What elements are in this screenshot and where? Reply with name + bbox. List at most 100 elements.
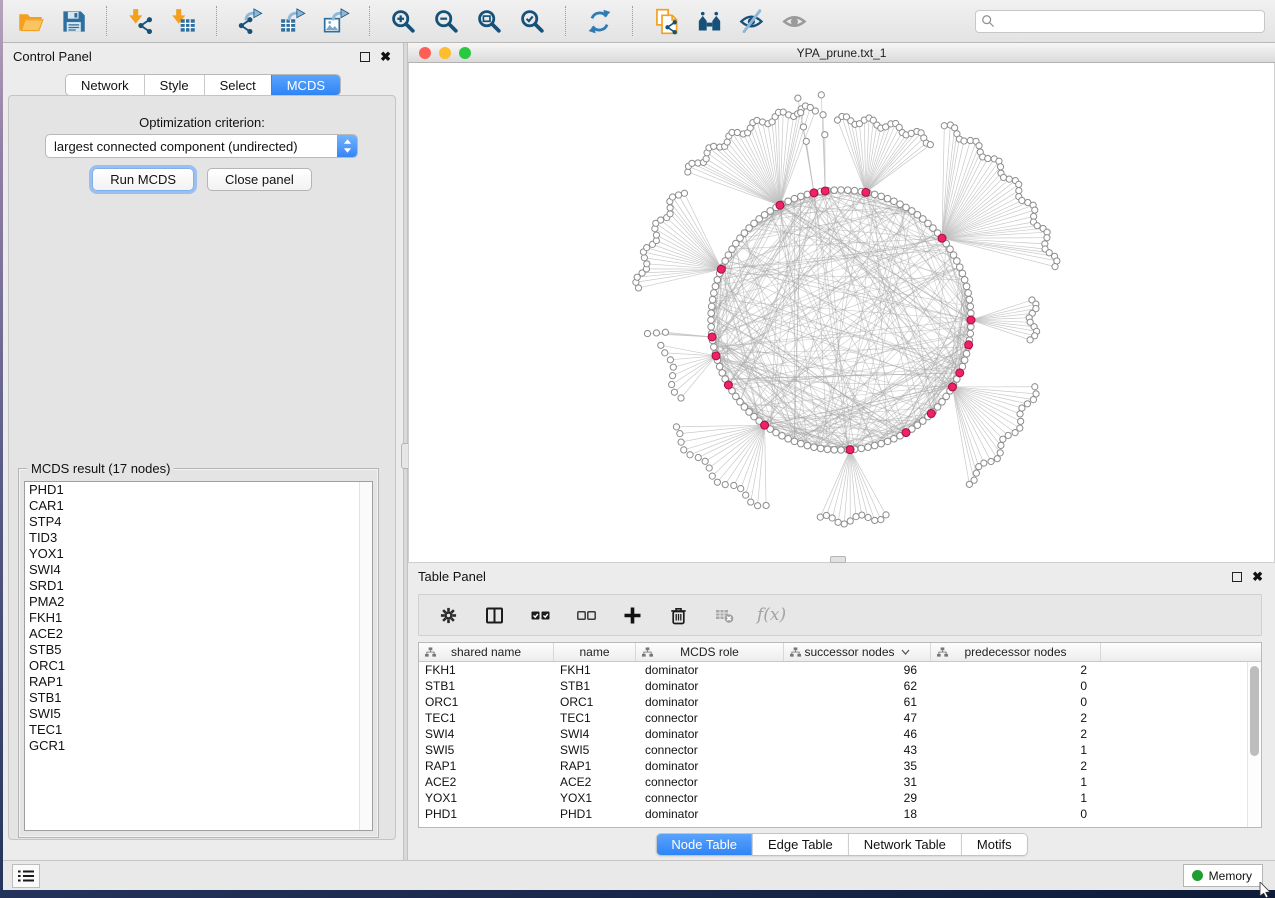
first-neighbors-button[interactable] bbox=[692, 4, 726, 38]
mcds-result-item[interactable]: SRD1 bbox=[25, 578, 372, 594]
mcds-result-item[interactable]: ACE2 bbox=[25, 626, 372, 642]
search-input[interactable] bbox=[975, 10, 1265, 33]
table-scrollbar[interactable] bbox=[1247, 662, 1261, 827]
table-row[interactable]: ACE2ACE2connector311 bbox=[419, 774, 1261, 790]
zoom-out-button[interactable] bbox=[429, 4, 463, 38]
mcds-result-item[interactable]: ORC1 bbox=[25, 658, 372, 674]
network-canvas[interactable] bbox=[408, 63, 1275, 563]
table-row[interactable]: STB1STB1dominator620 bbox=[419, 678, 1261, 694]
column-header-shared-name[interactable]: shared name bbox=[419, 643, 554, 661]
tab-mcds[interactable]: MCDS bbox=[271, 75, 340, 95]
hide-selected-button[interactable] bbox=[735, 4, 769, 38]
mcds-result-item[interactable]: PHD1 bbox=[25, 482, 372, 498]
column-header-MCDS-role[interactable]: MCDS role bbox=[636, 643, 784, 661]
table-row[interactable]: RAP1RAP1dominator352 bbox=[419, 758, 1261, 774]
tab-select[interactable]: Select bbox=[204, 75, 271, 95]
tab-style[interactable]: Style bbox=[144, 75, 204, 95]
open-session-button[interactable] bbox=[13, 4, 47, 38]
mcds-node[interactable] bbox=[776, 201, 784, 209]
mcds-node[interactable] bbox=[717, 265, 725, 273]
mcds-node[interactable] bbox=[862, 188, 870, 196]
mcds-node[interactable] bbox=[965, 341, 973, 349]
column-header-successor-nodes[interactable]: successor nodes bbox=[784, 643, 931, 661]
table-row[interactable]: PHD1PHD1dominator180 bbox=[419, 806, 1261, 822]
mcds-result-item[interactable]: TID3 bbox=[25, 530, 372, 546]
delete-column-button[interactable] bbox=[665, 600, 691, 630]
mcds-node[interactable] bbox=[761, 421, 769, 429]
column-header-predecessor-nodes[interactable]: predecessor nodes bbox=[931, 643, 1101, 661]
table-panel-close-icon[interactable]: ✖ bbox=[1252, 572, 1263, 582]
add-column-button[interactable] bbox=[619, 600, 645, 630]
mcds-node[interactable] bbox=[927, 410, 935, 418]
column-header-name[interactable]: name bbox=[554, 643, 636, 661]
mcds-result-list[interactable]: PHD1CAR1STP4TID3YOX1SWI4SRD1PMA2FKH1ACE2… bbox=[24, 481, 373, 831]
zoom-selected-button[interactable] bbox=[515, 4, 549, 38]
mcds-node[interactable] bbox=[724, 381, 732, 389]
tab-edge-table[interactable]: Edge Table bbox=[752, 834, 848, 855]
export-table-button[interactable] bbox=[276, 4, 310, 38]
table-row[interactable]: FKH1FKH1dominator962 bbox=[419, 662, 1261, 678]
mcds-node[interactable] bbox=[902, 429, 910, 437]
table-row[interactable]: TEC1TEC1connector472 bbox=[419, 710, 1261, 726]
mcds-node[interactable] bbox=[712, 352, 720, 360]
run-mcds-button[interactable]: Run MCDS bbox=[92, 168, 194, 191]
select-all-checkboxes-button[interactable] bbox=[527, 600, 553, 630]
export-network-button[interactable] bbox=[233, 4, 267, 38]
table-row[interactable]: YOX1YOX1connector291 bbox=[419, 790, 1261, 806]
show-all-button[interactable] bbox=[778, 4, 812, 38]
tab-network[interactable]: Network bbox=[66, 75, 144, 95]
mcds-result-item[interactable]: GCR1 bbox=[25, 738, 372, 754]
horizontal-splitter-grip[interactable] bbox=[830, 556, 846, 563]
close-panel-button[interactable]: Close panel bbox=[207, 168, 312, 191]
table-cell: SWI4 bbox=[419, 726, 554, 742]
mcds-node[interactable] bbox=[948, 383, 956, 391]
table-scrollbar-thumb[interactable] bbox=[1250, 666, 1259, 756]
save-session-button[interactable] bbox=[56, 4, 90, 38]
save-session-icon bbox=[60, 8, 87, 35]
tab-network-table[interactable]: Network Table bbox=[848, 834, 961, 855]
tab-node-table[interactable]: Node Table bbox=[656, 834, 752, 855]
network-window-titlebar[interactable]: YPA_prune.txt_1 bbox=[408, 43, 1275, 63]
mcds-result-item[interactable]: RAP1 bbox=[25, 674, 372, 690]
mcds-node[interactable] bbox=[956, 369, 964, 377]
mcds-result-item[interactable]: YOX1 bbox=[25, 546, 372, 562]
settings-gear-button[interactable] bbox=[435, 600, 461, 630]
mcds-result-item[interactable]: PMA2 bbox=[25, 594, 372, 610]
mcds-node[interactable] bbox=[938, 234, 946, 242]
mcds-result-item[interactable]: SWI4 bbox=[25, 562, 372, 578]
mcds-node[interactable] bbox=[967, 316, 975, 324]
unselect-all-checkboxes-button[interactable] bbox=[573, 600, 599, 630]
mcds-result-item[interactable]: FKH1 bbox=[25, 610, 372, 626]
import-network-button[interactable] bbox=[123, 4, 157, 38]
tab-motifs[interactable]: Motifs bbox=[961, 834, 1027, 855]
mcds-node[interactable] bbox=[846, 446, 854, 454]
column-layout-button[interactable] bbox=[481, 600, 507, 630]
mcds-result-item[interactable]: STP4 bbox=[25, 514, 372, 530]
optimization-criterion-select[interactable]: largest connected component (undirected) bbox=[45, 134, 358, 158]
table-row[interactable]: SWI4SWI4dominator462 bbox=[419, 726, 1261, 742]
mcds-result-item[interactable]: TEC1 bbox=[25, 722, 372, 738]
memory-button[interactable]: Memory bbox=[1183, 864, 1263, 887]
control-panel-float-icon[interactable] bbox=[360, 52, 370, 62]
mcds-node[interactable] bbox=[810, 189, 818, 197]
clone-network-button[interactable] bbox=[649, 4, 683, 38]
table-panel-float-icon[interactable] bbox=[1232, 572, 1242, 582]
zoom-in-button[interactable] bbox=[386, 4, 420, 38]
refresh-view-button[interactable] bbox=[582, 4, 616, 38]
mcds-result-item[interactable]: STB1 bbox=[25, 690, 372, 706]
mcds-node[interactable] bbox=[708, 333, 716, 341]
export-image-button[interactable] bbox=[319, 4, 353, 38]
control-panel-close-icon[interactable]: ✖ bbox=[380, 52, 391, 62]
table-row[interactable]: ORC1ORC1dominator610 bbox=[419, 694, 1261, 710]
mcds-result-item[interactable]: STB5 bbox=[25, 642, 372, 658]
import-table-button[interactable] bbox=[166, 4, 200, 38]
table-row[interactable]: SWI5SWI5connector431 bbox=[419, 742, 1261, 758]
task-history-button[interactable] bbox=[12, 864, 40, 888]
mcds-result-item[interactable]: SWI5 bbox=[25, 706, 372, 722]
mcds-list-scrollbar[interactable] bbox=[359, 482, 372, 830]
mcds-result-item[interactable]: CAR1 bbox=[25, 498, 372, 514]
zoom-fit-content-button[interactable] bbox=[472, 4, 506, 38]
mcds-node[interactable] bbox=[821, 187, 829, 195]
node-table[interactable]: shared namenameMCDS rolesuccessor nodesp… bbox=[418, 642, 1262, 828]
network-graph[interactable] bbox=[409, 63, 1274, 561]
